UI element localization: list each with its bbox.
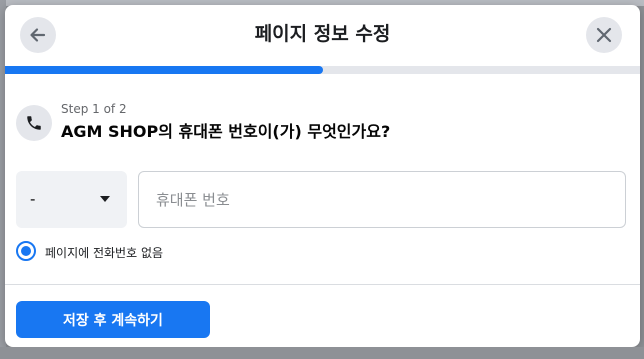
dialog-title: 페이지 정보 수정 <box>254 23 391 45</box>
dialog-header: 페이지 정보 수정 <box>5 5 640 65</box>
phone-icon-badge <box>16 105 52 141</box>
edit-page-info-dialog: 페이지 정보 수정 Step 1 of 2 AGM SHOP의 휴대폰 번호이(… <box>5 5 640 347</box>
caret-down-icon <box>100 196 110 202</box>
no-phone-radio[interactable] <box>16 241 36 261</box>
phone-icon <box>27 116 41 130</box>
no-phone-option[interactable]: 페이지에 전화번호 없음 <box>16 241 316 261</box>
save-and-continue-button[interactable]: 저장 후 계속하기 <box>16 301 210 338</box>
footer-divider <box>5 284 640 285</box>
country-code-value: - <box>30 190 36 208</box>
step-header: Step 1 of 2 AGM SHOP의 휴대폰 번호이(가) 무엇인가요? <box>16 101 616 149</box>
close-icon <box>596 27 612 43</box>
country-code-select[interactable]: - <box>16 171 127 228</box>
progress-bar <box>5 66 640 74</box>
phone-number-input[interactable] <box>138 171 626 228</box>
no-phone-label: 페이지에 전화번호 없음 <box>45 246 164 260</box>
backdrop-bottom <box>0 347 644 359</box>
radio-selected-dot <box>21 246 31 256</box>
step-indicator: Step 1 of 2 <box>61 102 127 116</box>
close-button[interactable] <box>586 17 622 53</box>
progress-bar-fill <box>5 66 323 74</box>
step-question: AGM SHOP의 휴대폰 번호이(가) 무엇인가요? <box>61 122 391 141</box>
back-button[interactable] <box>20 17 56 53</box>
arrow-left-icon <box>30 28 46 42</box>
